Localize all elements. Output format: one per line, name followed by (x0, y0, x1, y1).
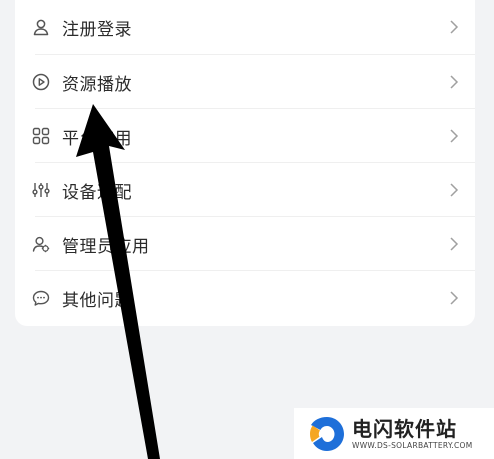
brand-logo-icon (310, 416, 344, 451)
chevron-right-icon (450, 75, 459, 89)
menu-item-label: 平台应用 (62, 128, 132, 149)
admin-user-icon (32, 235, 50, 253)
watermark-logo: 电闪软件站 WWW.DS-SOLARBATTERY.COM (294, 408, 494, 459)
watermark-url: WWW.DS-SOLARBATTERY.COM (352, 440, 473, 450)
menu-item-resource-playback[interactable]: 资源播放 (15, 55, 475, 109)
menu-item-register-login[interactable]: 注册登录 (15, 0, 475, 54)
chevron-right-icon (450, 291, 459, 305)
menu-item-label: 设备适配 (62, 182, 132, 203)
chevron-right-icon (450, 20, 459, 34)
menu-item-admin-apps[interactable]: 管理员应用 (15, 217, 475, 271)
chevron-right-icon (450, 237, 459, 251)
chevron-right-icon (450, 129, 459, 143)
play-circle-icon (32, 73, 50, 91)
sliders-icon (32, 181, 50, 199)
help-menu-card: 注册登录 资源播放 平台应用 设备适配 管理员应用 其他问题 (15, 0, 475, 326)
user-icon (32, 18, 50, 36)
grid-icon (32, 127, 50, 145)
menu-item-label: 资源播放 (62, 74, 132, 95)
menu-item-platform-apps[interactable]: 平台应用 (15, 109, 475, 163)
watermark-brand: 电闪软件站 WWW.DS-SOLARBATTERY.COM (352, 418, 473, 450)
menu-item-label: 其他问题 (62, 290, 132, 311)
chevron-right-icon (450, 183, 459, 197)
chat-bubble-icon (32, 289, 50, 307)
menu-item-label: 注册登录 (62, 19, 132, 40)
menu-item-device-adaptation[interactable]: 设备适配 (15, 163, 475, 217)
menu-item-other-questions[interactable]: 其他问题 (15, 271, 475, 325)
watermark-name: 电闪软件站 (352, 416, 457, 441)
menu-item-label: 管理员应用 (62, 236, 150, 257)
